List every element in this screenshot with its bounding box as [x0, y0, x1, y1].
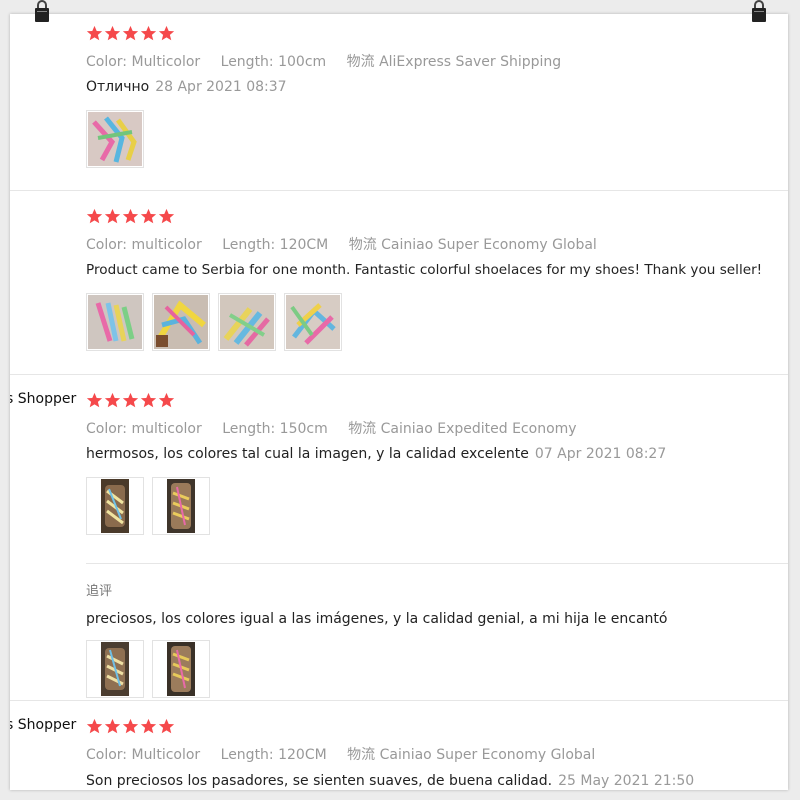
star-icon [140, 392, 157, 409]
review-text: Product came to Serbia for one month. Fa… [86, 262, 763, 278]
review-item: s Shopper Color: Multicolor Length: 120C… [10, 701, 788, 790]
star-icon [158, 718, 175, 735]
review-photo[interactable] [152, 640, 210, 698]
buyer-name: s Shopper [10, 391, 77, 407]
length-key: Length: [222, 237, 276, 253]
review-photos [86, 477, 210, 535]
length-value: 150cm [279, 421, 328, 437]
review-photo[interactable] [86, 640, 144, 698]
length-key: Length: [222, 421, 276, 437]
star-icon [122, 392, 139, 409]
star-icon [122, 718, 139, 735]
followup-text: preciosos, los colores igual a las imáge… [86, 611, 668, 627]
star-icon [122, 25, 139, 42]
sku-info: Color: multicolor Length: 120CM 物流 Caini… [86, 234, 613, 254]
length-value: 120CM [278, 747, 327, 763]
review-photo[interactable] [86, 477, 144, 535]
star-icon [158, 208, 175, 225]
review-text-row: hermosos, los colores tal cual la imagen… [86, 446, 666, 462]
review-photo[interactable] [284, 293, 342, 351]
reviews-page: Color: Multicolor Length: 100cm 物流 AliEx… [10, 14, 788, 790]
length-key: Length: [220, 747, 274, 763]
sku-info: Color: multicolor Length: 150cm 物流 Caini… [86, 418, 593, 438]
star-icon [86, 208, 103, 225]
length-value: 100cm [278, 54, 327, 70]
star-icon [122, 208, 139, 225]
star-icon [104, 718, 121, 735]
star-icon [86, 392, 103, 409]
shipping-value: AliExpress Saver Shipping [379, 54, 562, 70]
review-photo[interactable] [86, 293, 144, 351]
review-item: Color: Multicolor Length: 100cm 物流 AliEx… [10, 14, 788, 190]
shipping-value: Cainiao Expedited Economy [380, 421, 577, 437]
review-photo[interactable] [86, 110, 144, 168]
star-icon [140, 718, 157, 735]
star-rating [86, 718, 175, 736]
binder-clip-right [751, 0, 767, 24]
star-icon [104, 392, 121, 409]
star-icon [140, 25, 157, 42]
star-icon [140, 208, 157, 225]
color-key: Color: [86, 54, 128, 70]
shipping-key: 物流 [348, 237, 377, 253]
star-icon [104, 25, 121, 42]
review-photo[interactable] [152, 477, 210, 535]
star-icon [104, 208, 121, 225]
review-date: 07 Apr 2021 08:27 [534, 446, 667, 462]
shipping-key: 物流 [346, 54, 375, 70]
shipping-value: Cainiao Super Economy Global [381, 237, 597, 253]
length-key: Length: [220, 54, 274, 70]
star-rating [86, 25, 175, 43]
review-photos [86, 110, 144, 168]
shipping-key: 物流 [348, 421, 377, 437]
star-icon [158, 25, 175, 42]
review-item: Color: multicolor Length: 120CM 物流 Caini… [10, 191, 788, 374]
divider [86, 563, 788, 564]
shipping-value: Cainiao Super Economy Global [379, 747, 596, 763]
star-rating [86, 392, 175, 410]
review-text-row: Product came to Serbia for one month. Fa… [86, 262, 762, 278]
star-icon [158, 392, 175, 409]
review-text: Отлично [86, 79, 150, 95]
review-text-row: Отлично 28 Apr 2021 08:37 [86, 79, 287, 95]
color-value: multicolor [131, 237, 202, 253]
color-value: Multicolor [131, 54, 201, 70]
length-value: 120CM [279, 237, 329, 253]
color-key: Color: [86, 237, 128, 253]
star-icon [86, 718, 103, 735]
review-text: Son preciosos los pasadores, se sienten … [86, 773, 553, 789]
review-photos [86, 293, 342, 351]
color-key: Color: [86, 421, 128, 437]
review-date: 25 May 2021 21:50 [558, 773, 695, 789]
review-text-row: Son preciosos los pasadores, se sienten … [86, 773, 694, 789]
color-key: Color: [86, 747, 128, 763]
sku-info: Color: Multicolor Length: 120CM 物流 Caini… [86, 744, 611, 764]
color-value: multicolor [131, 421, 202, 437]
review-item: s Shopper Color: multicolor Length: 150c… [10, 375, 788, 700]
star-icon [86, 25, 103, 42]
color-value: Multicolor [131, 747, 201, 763]
buyer-name: s Shopper [10, 717, 77, 733]
sku-info: Color: Multicolor Length: 100cm 物流 AliEx… [86, 51, 577, 71]
followup-label: 追评 [86, 584, 113, 599]
followup-photos [86, 640, 210, 698]
shipping-key: 物流 [347, 747, 376, 763]
binder-clip-left [34, 0, 50, 24]
review-photo[interactable] [152, 293, 210, 351]
review-text: hermosos, los colores tal cual la imagen… [86, 446, 529, 462]
review-photo[interactable] [218, 293, 276, 351]
star-rating [86, 208, 175, 226]
review-date: 28 Apr 2021 08:37 [155, 79, 287, 95]
